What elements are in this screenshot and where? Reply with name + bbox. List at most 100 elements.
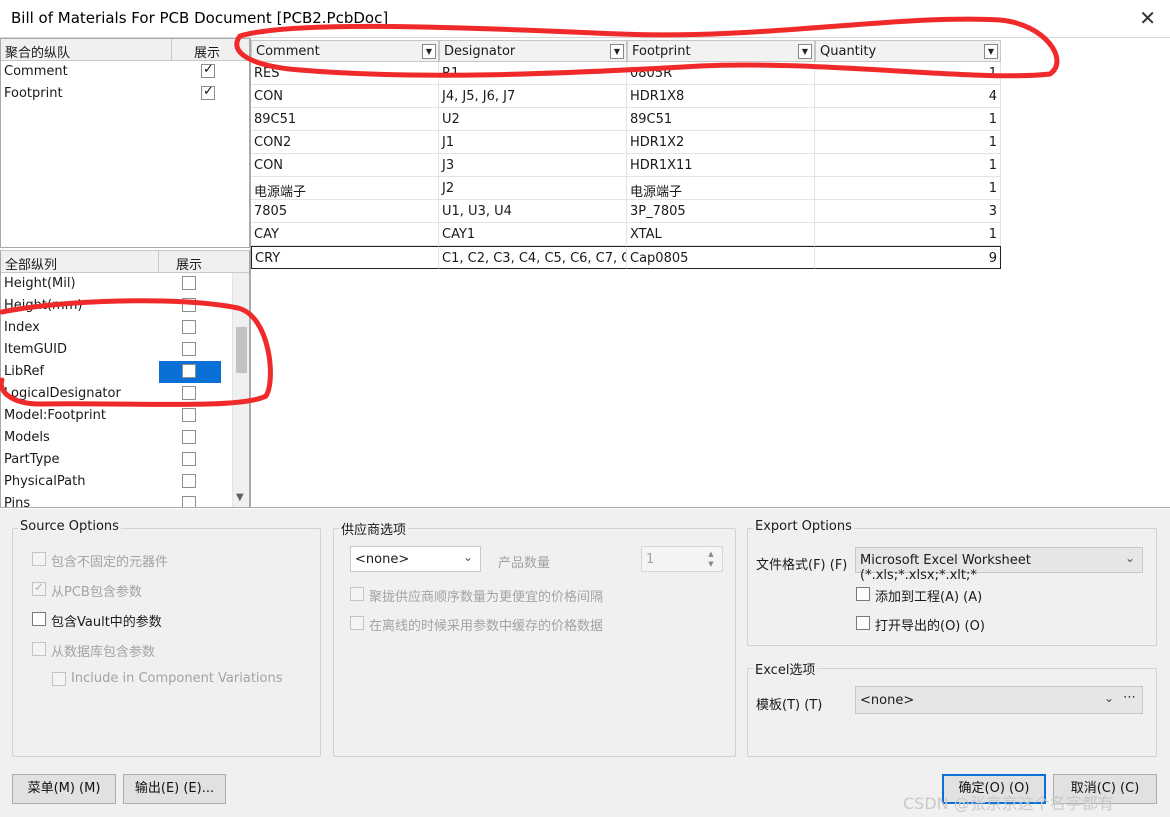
all-columns-header: 全部纵列 展示 <box>1 251 249 273</box>
column-header-comment[interactable]: Comment ▼ <box>251 40 439 62</box>
bom-cell: HDR1X2 <box>627 131 815 154</box>
column-row-selected[interactable]: LibRef <box>1 361 249 383</box>
bom-cell: 0805R <box>627 62 815 85</box>
column-header-quantity[interactable]: Quantity ▼ <box>815 40 1001 62</box>
bom-cell-text: 4 <box>988 89 997 104</box>
aggregated-row-footprint[interactable]: Footprint <box>1 83 249 105</box>
aggregated-row-label: Comment <box>4 64 68 79</box>
column-row[interactable]: Pins <box>1 493 249 507</box>
bom-cell-text: 0805R <box>630 66 673 81</box>
file-format-label: 文件格式(F) (F) <box>756 558 848 573</box>
column-row[interactable]: Model:Footprint <box>1 405 249 427</box>
show-checkbox[interactable] <box>201 62 215 78</box>
bom-cell: 1 <box>815 62 1001 85</box>
filter-dropdown-icon[interactable]: ▼ <box>422 44 436 59</box>
show-checkbox[interactable] <box>182 452 196 466</box>
column-row-label: Models <box>4 430 50 445</box>
show-checkbox[interactable] <box>182 496 196 507</box>
close-icon[interactable]: ✕ <box>1139 6 1156 30</box>
bom-cell: J4, J5, J6, J7 <box>439 85 627 108</box>
option-label: 包含不固定的元器件 <box>51 555 169 570</box>
bom-cell: 1 <box>815 131 1001 154</box>
checkbox-box[interactable] <box>350 587 364 601</box>
bom-cell-text: 3P_7805 <box>630 204 686 219</box>
bom-cell-text: 1 <box>988 66 997 81</box>
checkbox-box[interactable] <box>32 580 46 596</box>
template-label: 模板(T) (T) <box>756 698 823 713</box>
aggregated-row-comment[interactable]: Comment <box>1 61 249 83</box>
filter-dropdown-icon[interactable]: ▼ <box>610 44 624 59</box>
aggregated-row-label: Footprint <box>4 86 63 101</box>
bom-cell-text: CAY1 <box>442 227 476 242</box>
bom-cell: R1 <box>439 62 627 85</box>
file-format-select[interactable]: Microsoft Excel Worksheet (*.xls;*.xlsx;… <box>855 547 1143 583</box>
source-options-title: Source Options <box>18 519 121 534</box>
column-row-label: Height(mm) <box>4 298 83 313</box>
all-columns-grid: 全部纵列 展示 Height(Mil) Height(mm) Index Ite… <box>0 250 250 508</box>
checkbox-box[interactable] <box>32 612 46 626</box>
column-row-label: Height(Mil) <box>4 276 76 291</box>
column-header-label: Designator <box>444 44 516 59</box>
chevron-down-icon[interactable]: ▼ <box>236 492 244 503</box>
column-row[interactable]: Height(mm) <box>1 295 249 317</box>
column-row[interactable]: Models <box>1 427 249 449</box>
bom-cell: U1, U3, U4 <box>439 200 627 223</box>
option-label: 打开导出的(O) (O) <box>875 619 985 634</box>
bom-cell: XTAL <box>627 223 815 246</box>
checkbox-box[interactable] <box>32 642 46 656</box>
column-row-label: PartType <box>4 452 60 467</box>
bom-cell-text: C1, C2, C3, C4, C5, C6, C7, C8 <box>442 251 627 266</box>
bom-cell: 1 <box>815 177 1001 200</box>
quantity-stepper[interactable]: 1 ▲ ▼ <box>641 546 723 572</box>
bom-cell: 电源端子 <box>251 177 439 200</box>
column-row[interactable]: Height(Mil) <box>1 273 249 295</box>
column-header-footprint[interactable]: Footprint ▼ <box>627 40 815 62</box>
all-columns-scrollbar[interactable]: ▼ <box>232 273 249 507</box>
show-checkbox[interactable] <box>182 364 196 378</box>
quantity-label: 产品数量 <box>498 556 551 571</box>
option-label: 聚拢供应商顺序数量为更便宜的价格间隔 <box>369 590 604 605</box>
column-row[interactable]: PhysicalPath <box>1 471 249 493</box>
show-checkbox[interactable] <box>182 408 196 422</box>
bom-cell-text: J3 <box>442 158 455 173</box>
checkbox-box[interactable] <box>856 587 870 601</box>
export-button[interactable]: 输出(E) (E)... <box>123 774 226 804</box>
chevron-down-icon: ⌄ <box>462 550 473 564</box>
show-checkbox[interactable] <box>182 386 196 400</box>
bom-cell: J3 <box>439 154 627 177</box>
checkbox-box[interactable] <box>52 672 66 686</box>
column-header-label: Quantity <box>820 44 877 59</box>
checkbox-box[interactable] <box>856 616 870 630</box>
show-checkbox[interactable] <box>182 298 196 312</box>
menu-button[interactable]: 菜单(M) (M) <box>12 774 116 804</box>
column-row[interactable]: PartType <box>1 449 249 471</box>
scrollbar-thumb[interactable] <box>236 327 247 373</box>
bom-cell: J2 <box>439 177 627 200</box>
bom-cell: J1 <box>439 131 627 154</box>
column-header-designator[interactable]: Designator ▼ <box>439 40 627 62</box>
supplier-select[interactable]: <none> ⌄ <box>350 546 481 572</box>
checkbox-box[interactable] <box>32 552 46 566</box>
supplier-options-title: 供应商选项 <box>339 519 409 538</box>
show-checkbox[interactable] <box>182 276 196 290</box>
column-row[interactable]: LogicalDesignator <box>1 383 249 405</box>
bom-cell-text: 89C51 <box>630 112 673 127</box>
browse-icon[interactable]: ⋯ <box>1123 690 1136 705</box>
show-checkbox[interactable] <box>182 320 196 334</box>
aggregated-columns-header-label: 聚合的纵队 <box>5 46 71 61</box>
bom-cell: 1 <box>815 154 1001 177</box>
spinner-arrows-icon[interactable]: ▲ ▼ <box>702 549 720 569</box>
bom-cell-text: J4, J5, J6, J7 <box>442 89 516 104</box>
show-checkbox[interactable] <box>182 474 196 488</box>
show-checkbox[interactable] <box>182 430 196 444</box>
column-row[interactable]: Index <box>1 317 249 339</box>
column-row[interactable]: ItemGUID <box>1 339 249 361</box>
show-checkbox[interactable] <box>201 84 215 100</box>
filter-dropdown-icon[interactable]: ▼ <box>798 44 812 59</box>
show-checkbox[interactable] <box>182 342 196 356</box>
bom-cell: 3P_7805 <box>627 200 815 223</box>
column-row-label: Index <box>4 320 40 335</box>
filter-dropdown-icon[interactable]: ▼ <box>984 44 998 59</box>
checkbox-box[interactable] <box>350 616 364 630</box>
template-select[interactable]: <none> ⌄ ⋯ <box>855 686 1143 714</box>
